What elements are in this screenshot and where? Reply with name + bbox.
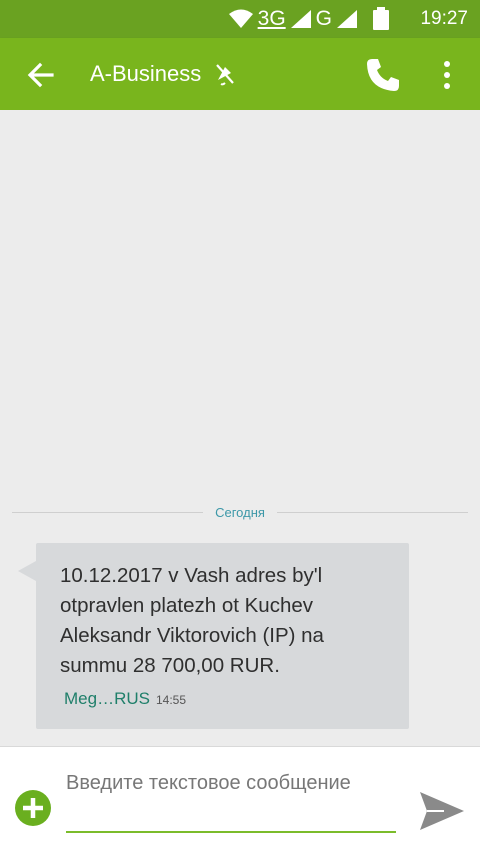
add-attachment-icon[interactable] xyxy=(14,789,52,827)
signal-icon xyxy=(290,10,311,28)
more-vertical-icon[interactable] xyxy=(432,56,462,94)
date-divider: Сегодня xyxy=(12,502,469,522)
incoming-message-bubble[interactable]: 10.12.2017 v Vash adres by'l otpravlen p… xyxy=(18,543,409,729)
signal-icon-2 xyxy=(337,10,357,28)
status-icons: 3G G xyxy=(228,6,390,32)
sim-label: Meg…RUS xyxy=(64,689,150,708)
network-type-g: G xyxy=(315,7,332,30)
divider-line-left xyxy=(12,511,204,513)
network-type-3g: 3G xyxy=(257,7,286,30)
app-bar: A-Business xyxy=(0,38,480,110)
divider-line-right xyxy=(276,511,469,513)
message-meta: Meg…RUS 14:55 xyxy=(64,689,186,709)
message-time: 14:55 xyxy=(155,693,186,707)
bubble-tail xyxy=(18,561,36,581)
mute-icon xyxy=(216,64,234,86)
status-bar: 3G G 19:27 xyxy=(0,0,480,38)
conversation-title[interactable]: A-Business xyxy=(90,61,201,87)
clock: 19:27 xyxy=(420,8,468,29)
phone-icon[interactable] xyxy=(362,54,404,96)
message-text: 10.12.2017 v Vash adres by'l otpravlen p… xyxy=(60,564,324,677)
date-label: Сегодня xyxy=(215,504,265,520)
send-icon[interactable] xyxy=(418,789,466,833)
wifi-icon xyxy=(228,9,253,28)
compose-bar: Введите текстовое сообщение xyxy=(0,746,480,854)
battery-icon xyxy=(373,7,389,30)
conversation-area[interactable]: Сегодня 10.12.2017 v Vash adres by'l otp… xyxy=(0,110,480,746)
message-input[interactable]: Введите текстовое сообщение xyxy=(66,769,396,833)
arrow-left-icon[interactable] xyxy=(22,58,62,92)
